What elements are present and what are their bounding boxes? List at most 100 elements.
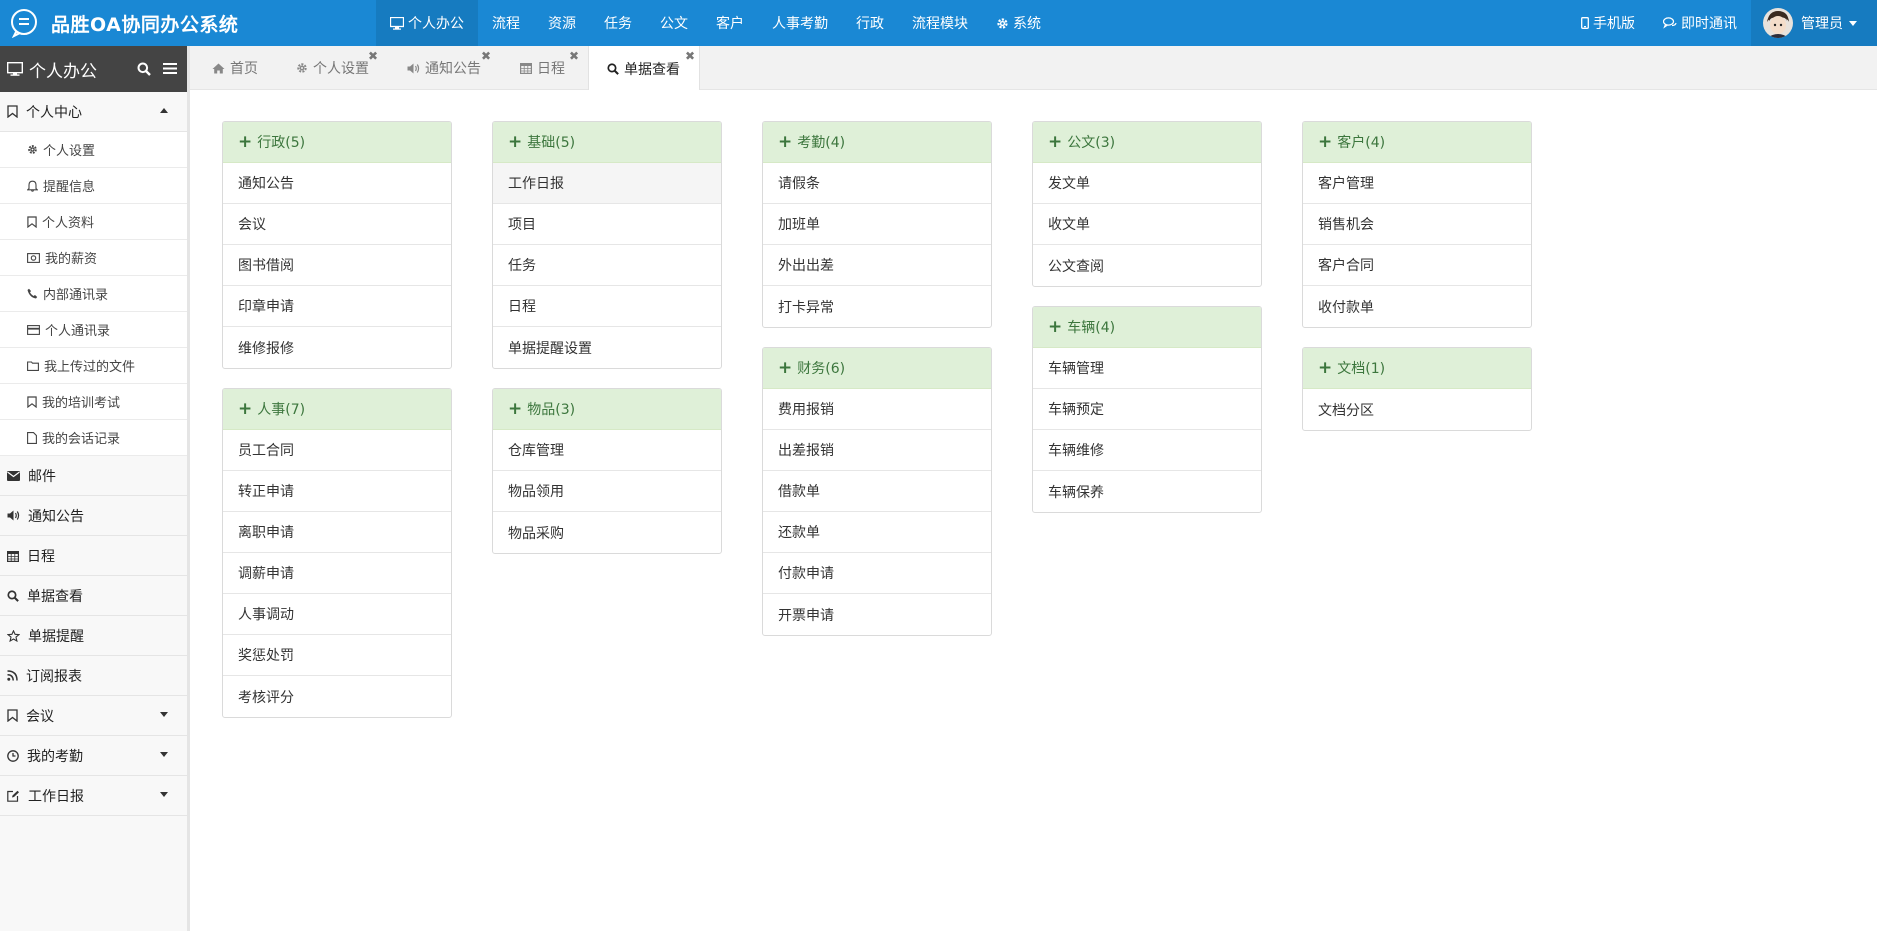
list-item[interactable]: 物品采购 <box>493 512 721 553</box>
nav-tasks[interactable]: 任务 <box>590 0 646 46</box>
list-item[interactable]: 客户合同 <box>1303 245 1531 286</box>
mobile-version-link[interactable]: 手机版 <box>1567 0 1649 46</box>
panel-header[interactable]: + 基础(5) <box>493 122 721 163</box>
list-item[interactable]: 发文单 <box>1033 163 1261 204</box>
sidebar-item-training-exams[interactable]: 我的培训考试 <box>0 384 187 420</box>
list-item[interactable]: 加班单 <box>763 204 991 245</box>
list-item[interactable]: 公文查阅 <box>1033 245 1261 286</box>
list-item[interactable]: 车辆保养 <box>1033 471 1261 512</box>
list-item[interactable]: 物品领用 <box>493 471 721 512</box>
sidebar-item-document-view[interactable]: 单据查看 <box>0 576 187 616</box>
sidebar-item-announcements[interactable]: 通知公告 <box>0 496 187 536</box>
nav-label: 公文 <box>660 16 688 32</box>
nav-system[interactable]: 系统 <box>982 0 1055 46</box>
list-item[interactable]: 文档分区 <box>1303 389 1531 430</box>
close-icon[interactable]: ✖ <box>685 50 695 62</box>
nav-personal-office[interactable]: 个人办公 <box>376 0 478 46</box>
list-item[interactable]: 维修报修 <box>223 327 451 368</box>
list-item[interactable]: 调薪申请 <box>223 553 451 594</box>
list-item[interactable]: 出差报销 <box>763 430 991 471</box>
menu-bars-icon[interactable] <box>163 62 177 75</box>
tab-announcements[interactable]: 通知公告 ✖ <box>385 46 495 90</box>
list-item[interactable]: 转正申请 <box>223 471 451 512</box>
list-item[interactable]: 付款申请 <box>763 553 991 594</box>
sidebar-item-personal-contacts[interactable]: 个人通讯录 <box>0 312 187 348</box>
nav-administration[interactable]: 行政 <box>842 0 898 46</box>
sidebar-item-calendar[interactable]: 日程 <box>0 536 187 576</box>
list-item[interactable]: 单据提醒设置 <box>493 327 721 368</box>
list-item[interactable]: 工作日报 <box>493 163 721 204</box>
list-item[interactable]: 图书借阅 <box>223 245 451 286</box>
sidebar-item-internal-contacts[interactable]: 内部通讯录 <box>0 276 187 312</box>
sidebar-item-subscribed-reports[interactable]: 订阅报表 <box>0 656 187 696</box>
close-icon[interactable]: ✖ <box>368 50 378 62</box>
nav-customers[interactable]: 客户 <box>702 0 758 46</box>
nav-documents[interactable]: 公文 <box>646 0 702 46</box>
sidebar-group-daily-report[interactable]: 工作日报 <box>0 776 187 816</box>
nav-workflow[interactable]: 流程 <box>478 0 534 46</box>
list-item[interactable]: 客户管理 <box>1303 163 1531 204</box>
panel-header[interactable]: + 物品(3) <box>493 389 721 430</box>
sidebar-item-mail[interactable]: 邮件 <box>0 456 187 496</box>
user-menu[interactable]: 管理员 <box>1751 0 1877 46</box>
sidebar-item-salary[interactable]: 我的薪资 <box>0 240 187 276</box>
search-icon[interactable] <box>137 62 151 76</box>
list-item[interactable]: 员工合同 <box>223 430 451 471</box>
list-item[interactable]: 收文单 <box>1033 204 1261 245</box>
list-item[interactable]: 请假条 <box>763 163 991 204</box>
list-item[interactable]: 印章申请 <box>223 286 451 327</box>
app-logo[interactable]: 品胜OA协同办公系统 <box>0 0 310 46</box>
list-item[interactable]: 还款单 <box>763 512 991 553</box>
close-icon[interactable]: ✖ <box>569 50 579 62</box>
panel-header[interactable]: + 行政(5) <box>223 122 451 163</box>
list-item[interactable]: 人事调动 <box>223 594 451 635</box>
panel-header[interactable]: + 考勤(4) <box>763 122 991 163</box>
list-item[interactable]: 任务 <box>493 245 721 286</box>
panel-header[interactable]: + 财务(6) <box>763 348 991 389</box>
tab-document-view[interactable]: 单据查看 ✖ <box>588 46 700 91</box>
sidebar-item-uploaded-files[interactable]: 我上传过的文件 <box>0 348 187 384</box>
plus-icon: + <box>1318 358 1333 378</box>
nav-resources[interactable]: 资源 <box>534 0 590 46</box>
sidebar-item-profile[interactable]: 个人资料 <box>0 204 187 240</box>
plus-icon: + <box>508 132 523 152</box>
panel-header[interactable]: + 公文(3) <box>1033 122 1261 163</box>
panel-header[interactable]: + 文档(1) <box>1303 348 1531 389</box>
list-item[interactable]: 外出出差 <box>763 245 991 286</box>
sidebar-item-reminders[interactable]: 提醒信息 <box>0 168 187 204</box>
list-item[interactable]: 项目 <box>493 204 721 245</box>
list-item[interactable]: 借款单 <box>763 471 991 512</box>
list-item[interactable]: 日程 <box>493 286 721 327</box>
list-item[interactable]: 销售机会 <box>1303 204 1531 245</box>
list-item[interactable]: 离职申请 <box>223 512 451 553</box>
sidebar-item-personal-settings[interactable]: 个人设置 <box>0 132 187 168</box>
list-item[interactable]: 考核评分 <box>223 676 451 717</box>
nav-label: 流程模块 <box>912 16 968 32</box>
instant-messaging-link[interactable]: 即时通讯 <box>1649 0 1751 46</box>
list-item[interactable]: 车辆维修 <box>1033 430 1261 471</box>
list-item[interactable]: 通知公告 <box>223 163 451 204</box>
tab-personal-settings[interactable]: 个人设置 ✖ <box>274 46 382 90</box>
nav-hr-attendance[interactable]: 人事考勤 <box>758 0 842 46</box>
tab-home[interactable]: 首页 <box>190 46 258 90</box>
panel-header[interactable]: + 人事(7) <box>223 389 451 430</box>
list-item[interactable]: 仓库管理 <box>493 430 721 471</box>
list-item[interactable]: 会议 <box>223 204 451 245</box>
list-item[interactable]: 收付款单 <box>1303 286 1531 327</box>
list-item[interactable]: 开票申请 <box>763 594 991 635</box>
close-icon[interactable]: ✖ <box>481 50 491 62</box>
list-item[interactable]: 车辆预定 <box>1033 389 1261 430</box>
sidebar-item-chat-records[interactable]: 我的会话记录 <box>0 420 187 456</box>
sidebar-group-attendance[interactable]: 我的考勤 <box>0 736 187 776</box>
sidebar-group-personal-center[interactable]: 个人中心 <box>0 92 187 132</box>
panel-header[interactable]: + 客户(4) <box>1303 122 1531 163</box>
sidebar-item-document-reminders[interactable]: 单据提醒 <box>0 616 187 656</box>
panel-header[interactable]: + 车辆(4) <box>1033 307 1261 348</box>
nav-workflow-modules[interactable]: 流程模块 <box>898 0 982 46</box>
list-item[interactable]: 费用报销 <box>763 389 991 430</box>
list-item[interactable]: 打卡异常 <box>763 286 991 327</box>
list-item[interactable]: 车辆管理 <box>1033 348 1261 389</box>
sidebar-group-meetings[interactable]: 会议 <box>0 696 187 736</box>
list-item[interactable]: 奖惩处罚 <box>223 635 451 676</box>
tab-calendar[interactable]: 日程 ✖ <box>498 46 583 90</box>
